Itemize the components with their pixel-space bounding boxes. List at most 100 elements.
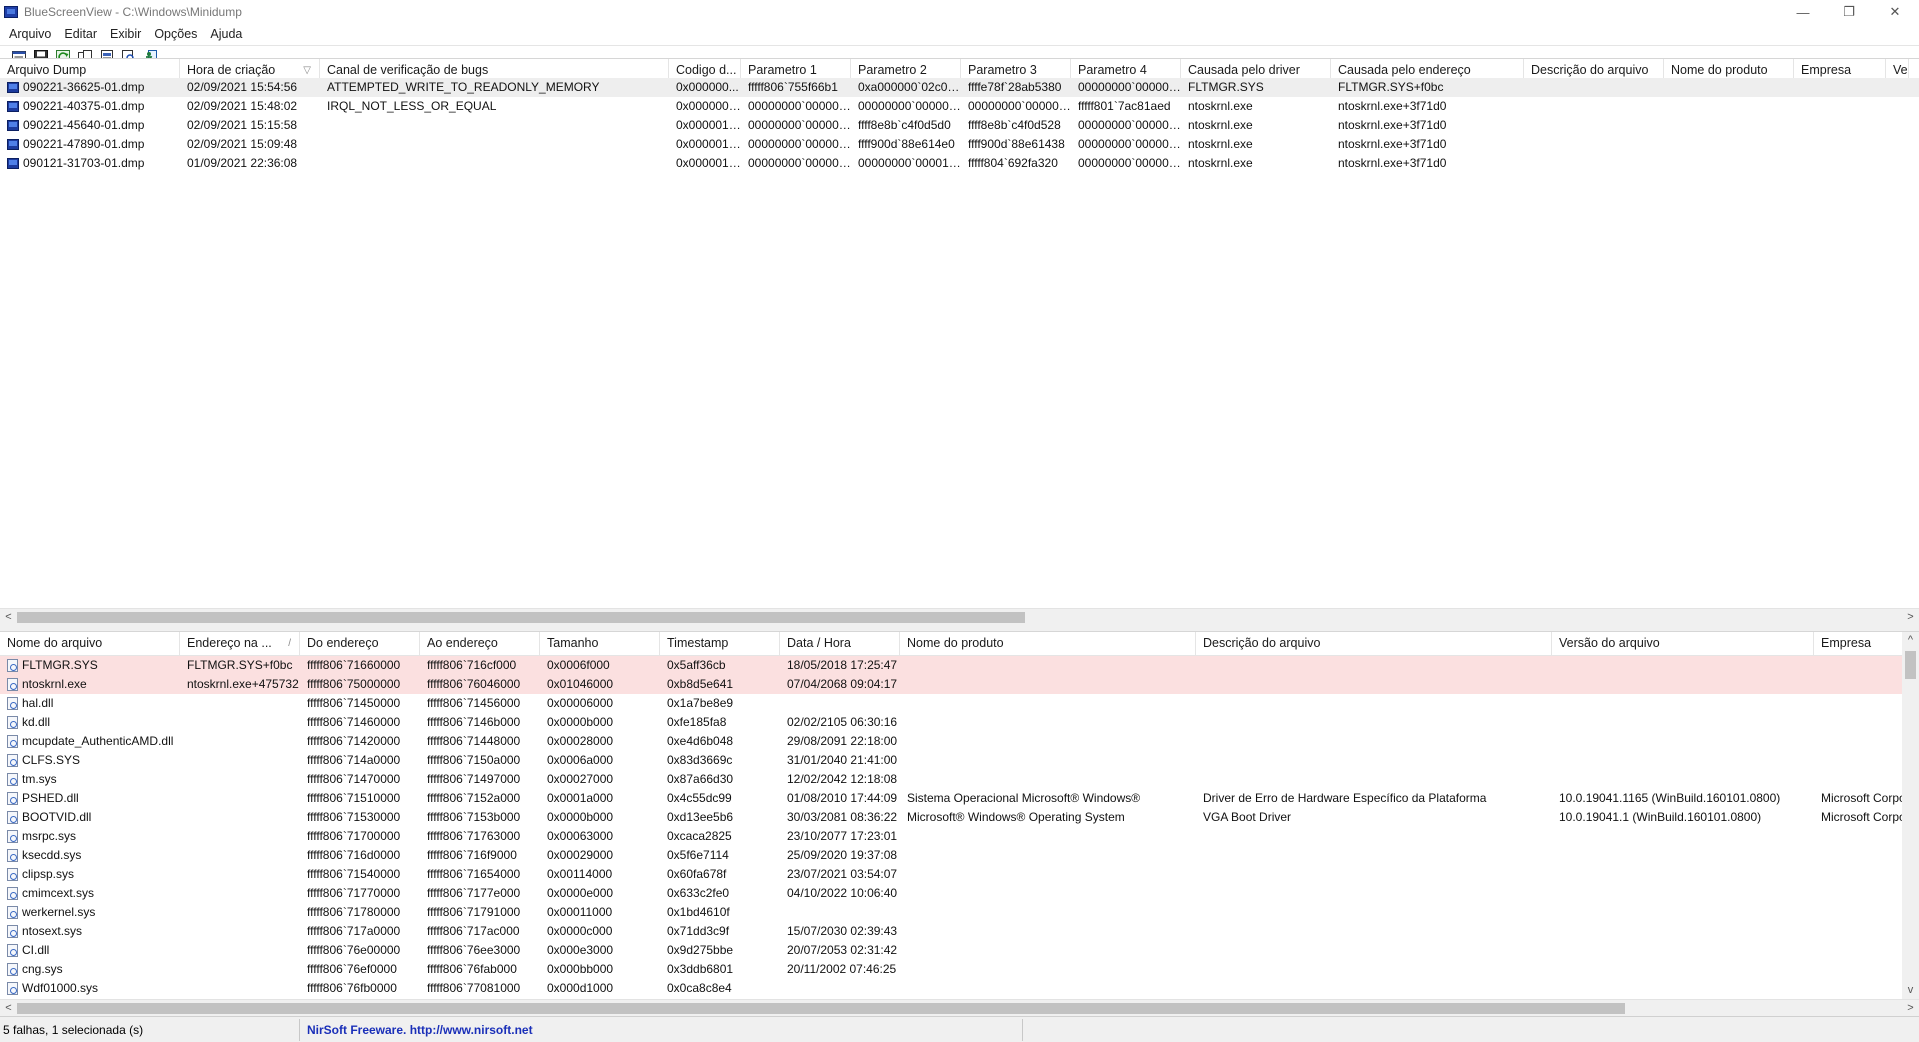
cell-file-description [1196, 694, 1552, 713]
driver-file-icon [7, 792, 18, 805]
scroll-left-button[interactable]: < [0, 1000, 17, 1016]
driver-list-hscrollbar[interactable]: < > [0, 999, 1919, 1016]
driver-table-row[interactable]: FLTMGR.SYS FLTMGR.SYS+f0bc fffff806`716600… [0, 656, 1919, 675]
cell-date-time [780, 979, 900, 998]
cell-size: 0x0006f000 [547, 658, 610, 672]
cell-text: 090121-31703-01.dmp [23, 156, 145, 170]
minimize-button[interactable]: — [1780, 0, 1826, 24]
driver-table-row[interactable]: cng.sys fffff806`76ef0000 fffff806`76fab00… [0, 960, 1919, 979]
cell-to-address: fffff806`76ee3000 [427, 943, 521, 957]
driver-table-row[interactable]: ksecdd.sys fffff806`716d0000 fffff806`716f… [0, 846, 1919, 865]
driver-file-icon [7, 944, 18, 957]
column-header-label: Descrição do arquivo [1531, 63, 1649, 77]
driver-table-row[interactable]: PSHED.dll fffff806`71510000 fffff806`7152a… [0, 789, 1919, 808]
driver-list-vscrollbar[interactable]: ^ v [1902, 632, 1919, 999]
cell-address-in-stack [180, 808, 300, 827]
driver-file-icon [7, 716, 18, 729]
driver-table-row[interactable]: CLFS.SYS fffff806`714a0000 fffff806`7150a0… [0, 751, 1919, 770]
cell-product-name: Sistema Operacional Microsoft® Windows® [907, 791, 1141, 805]
close-button[interactable]: ✕ [1872, 0, 1918, 24]
cell-file-name: mcupdate_AuthenticAMD.dll [0, 732, 180, 751]
column-header-product-name[interactable]: Nome do produto [900, 632, 1196, 656]
column-header-file-version[interactable]: Versão do arquivo [1552, 632, 1814, 656]
cell-file-description [1196, 884, 1552, 903]
nirsoft-link[interactable]: NirSoft Freeware. http://www.nirsoft.net [300, 1018, 1023, 1041]
cell-dump-file: 090221-40375-01.dmp [0, 97, 180, 116]
driver-table-row[interactable]: Wdf01000.sys fffff806`76fb0000 fffff806`77… [0, 979, 1919, 998]
scroll-thumb[interactable] [1905, 651, 1916, 679]
driver-table-row[interactable]: CI.dll fffff806`76e00000 fffff806`76ee3000… [0, 941, 1919, 960]
cell-file-version [1552, 884, 1814, 903]
column-header-file-description[interactable]: Descrição do arquivo [1196, 632, 1552, 656]
scroll-thumb[interactable] [17, 612, 1025, 623]
dump-list-hscrollbar[interactable]: < > [0, 608, 1919, 625]
cell-text: ksecdd.sys [22, 848, 82, 862]
menu-ajuda[interactable]: Ajuda [205, 27, 247, 41]
dump-table-row[interactable]: 090221-47890-01.dmp 02/09/2021 15:09:48 0x… [0, 135, 1919, 154]
cell-timestamp: 0x4c55dc99 [667, 791, 732, 805]
cell-text: BOOTVID.dll [22, 810, 92, 824]
cell-bug-check-string: IRQL_NOT_LESS_OR_EQUAL [327, 99, 497, 113]
driver-table-row[interactable]: cmimcext.sys fffff806`71770000 fffff806`71… [0, 884, 1919, 903]
cell-dump-file: 090221-47890-01.dmp [0, 135, 180, 154]
driver-table-row[interactable]: ntoskrnl.exe ntoskrnl.exe+475732 fffff806`… [0, 675, 1919, 694]
cell-to-address: fffff806`7153b000 [427, 810, 521, 824]
column-header-date-time[interactable]: Data / Hora [780, 632, 900, 656]
cell-timestamp: 0x5aff36cb [667, 658, 726, 672]
cell-file-version [1552, 713, 1814, 732]
cell-file-version [1552, 694, 1814, 713]
cell-file-version [1552, 941, 1814, 960]
driver-table-row[interactable]: BOOTVID.dll fffff806`71530000 fffff806`715… [0, 808, 1919, 827]
cell-bug-check-code: 0x0000000a [676, 99, 741, 113]
column-header-address-in-stack[interactable]: Endereço na ... / [180, 632, 300, 656]
scroll-thumb[interactable] [17, 1003, 1625, 1014]
dump-table-row[interactable]: 090221-40375-01.dmp 02/09/2021 15:48:02 IR… [0, 97, 1919, 116]
cell-file-name: FLTMGR.SYS [0, 656, 180, 675]
driver-table-row[interactable]: mcupdate_AuthenticAMD.dll fffff806`714200… [0, 732, 1919, 751]
cell-caused-by-driver: FLTMGR.SYS [1188, 80, 1264, 94]
dump-table-row[interactable]: 090221-45640-01.dmp 02/09/2021 15:15:58 0x… [0, 116, 1919, 135]
cell-file-version: 10.0.19041.1165 (WinBuild.160101.0800) [1559, 791, 1781, 805]
driver-table-row[interactable]: hal.dll fffff806`71450000 fffff806`7145600… [0, 694, 1919, 713]
cell-from-address: fffff806`76e00000 [307, 943, 401, 957]
driver-table-row[interactable]: tm.sys fffff806`71470000 fffff806`71497000… [0, 770, 1919, 789]
cell-product-name [900, 694, 1196, 713]
driver-table-row[interactable]: kd.dll fffff806`71460000 fffff806`7146b000… [0, 713, 1919, 732]
cell-text: 090221-47890-01.dmp [23, 137, 145, 151]
driver-table-row[interactable]: msrpc.sys fffff806`71700000 fffff806`71763… [0, 827, 1919, 846]
scroll-left-button[interactable]: < [0, 609, 17, 625]
scroll-right-button[interactable]: > [1902, 1000, 1919, 1016]
cell-timestamp: 0x5f6e7114 [667, 848, 729, 862]
dump-table-row[interactable]: 090121-31703-01.dmp 01/09/2021 22:36:08 0x… [0, 154, 1919, 173]
dump-table-row[interactable]: 090221-36625-01.dmp 02/09/2021 15:54:56 AT… [0, 78, 1919, 97]
driver-table-row[interactable]: clipsp.sys fffff806`71540000 fffff806`7165… [0, 865, 1919, 884]
cell-date-time: 20/07/2053 02:31:42 [787, 943, 898, 957]
scroll-right-button[interactable]: > [1902, 609, 1919, 625]
driver-table-row[interactable]: werkernel.sys fffff806`71780000 fffff806`7… [0, 903, 1919, 922]
menu-editar[interactable]: Editar [59, 27, 102, 41]
column-header-timestamp[interactable]: Timestamp [660, 632, 780, 656]
cell-date-time: 12/02/2042 12:18:08 [787, 772, 898, 786]
cell-file-version [1552, 827, 1814, 846]
column-header-label: Empresa [1801, 63, 1852, 77]
menu-arquivo[interactable]: Arquivo [4, 27, 56, 41]
column-header-size[interactable]: Tamanho [540, 632, 660, 656]
column-header-to-address[interactable]: Ao endereço [420, 632, 540, 656]
cell-param-1: 00000000`000000... [748, 118, 851, 132]
column-header-file-name[interactable]: Nome do arquivo [0, 632, 180, 656]
cell-to-address: fffff806`7152a000 [427, 791, 521, 805]
cell-product-name [900, 865, 1196, 884]
column-header-from-address[interactable]: Do endereço [300, 632, 420, 656]
cell-address-in-stack [180, 903, 300, 922]
menu-opcoes[interactable]: Opções [149, 27, 202, 41]
driver-table-row[interactable]: ntosext.sys fffff806`717a0000 fffff806`717… [0, 922, 1919, 941]
menu-exibir[interactable]: Exibir [105, 27, 146, 41]
nirsoft-link-text[interactable]: NirSoft Freeware. http://www.nirsoft.net [307, 1023, 533, 1037]
restore-button[interactable]: ❐ [1826, 0, 1872, 24]
scroll-down-button[interactable]: v [1902, 982, 1919, 999]
scroll-up-button[interactable]: ^ [1902, 632, 1919, 649]
column-header-label: Codigo d... [676, 63, 737, 77]
driver-list-header: Nome do arquivo Endereço na ... / Do endere… [0, 632, 1919, 656]
cell-bug-check-string [320, 116, 669, 135]
cell-file-version [1552, 960, 1814, 979]
